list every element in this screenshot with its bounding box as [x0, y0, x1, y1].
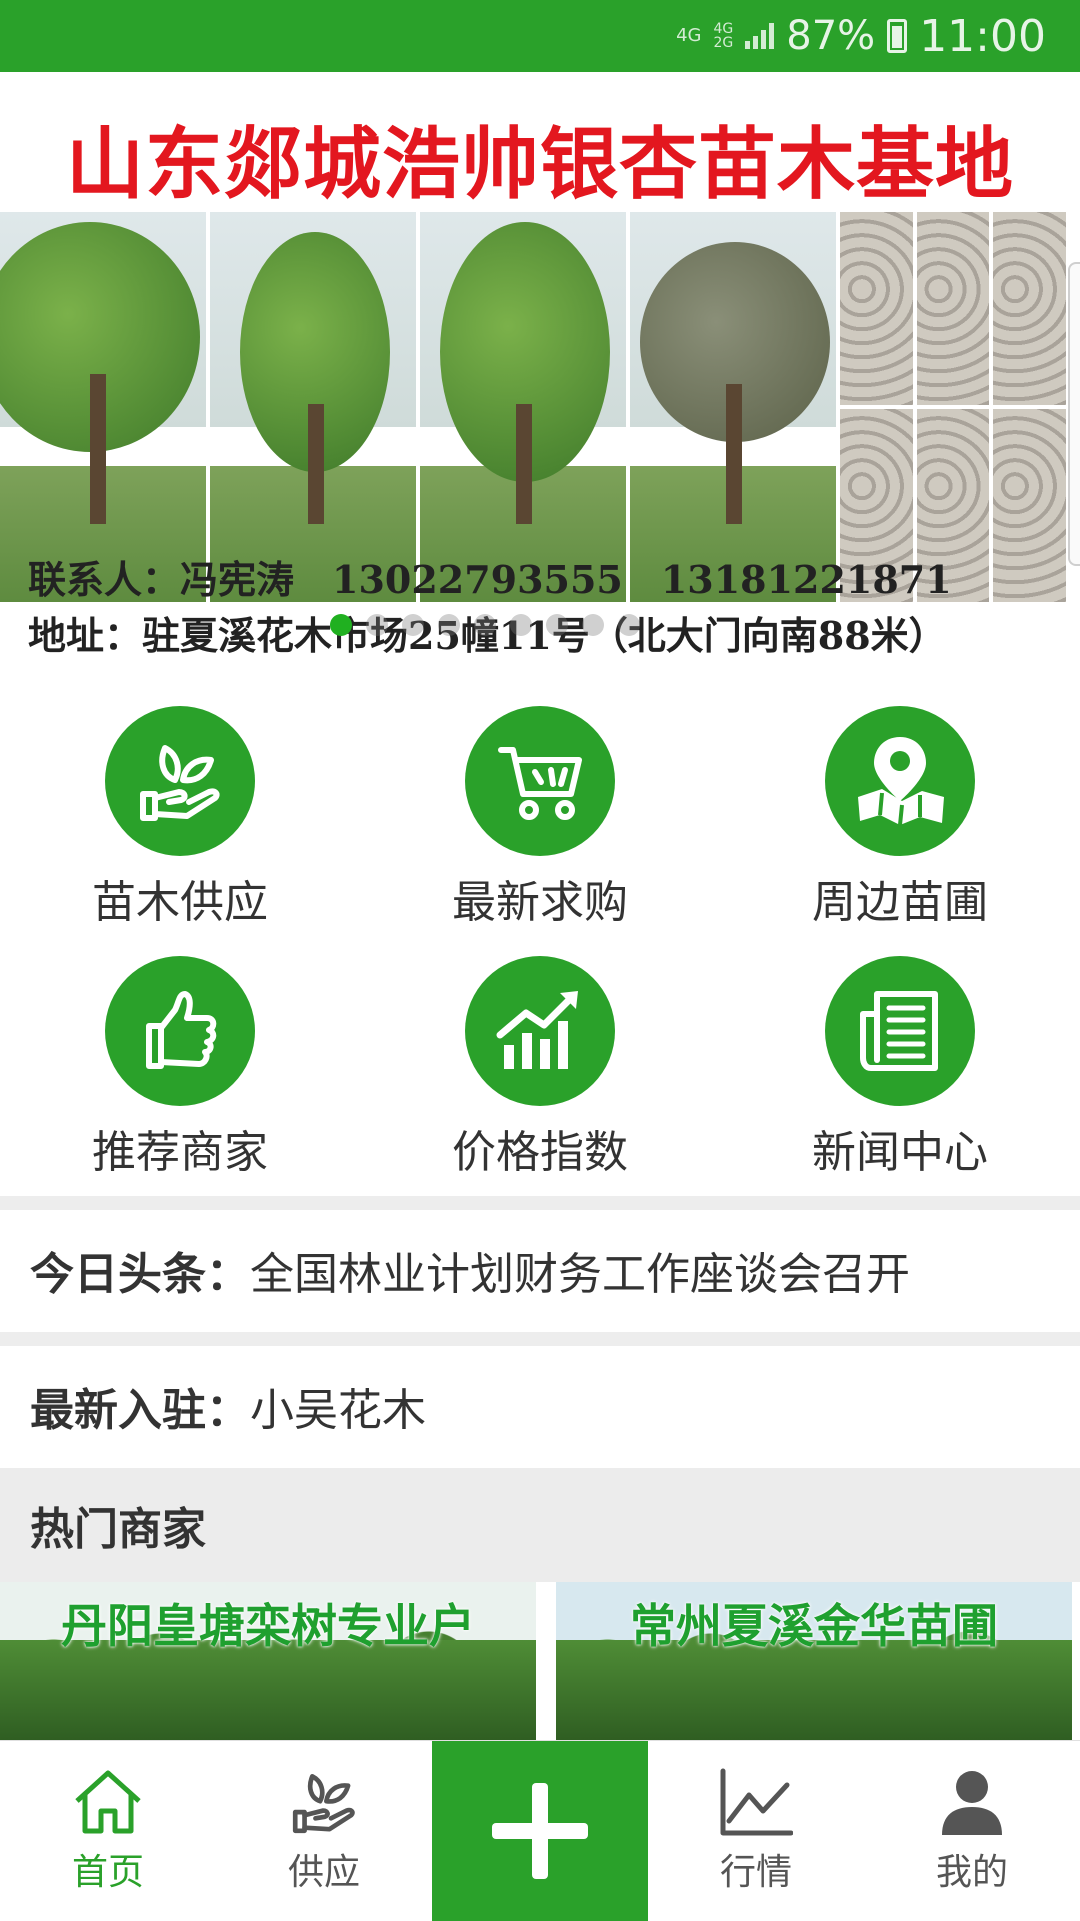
menu-label: 推荐商家: [92, 1127, 268, 1178]
merchant-card[interactable]: 丹阳皇塘栾树专业户: [0, 1582, 536, 1740]
map-pin-icon: [825, 706, 975, 856]
home-icon: [75, 1770, 141, 1834]
nav-market[interactable]: 行情: [648, 1741, 864, 1921]
nav-home[interactable]: 首页: [0, 1741, 216, 1921]
hot-merchants-list: 丹阳皇塘栾树专业户 常州夏溪金华苗圃: [0, 1582, 1080, 1740]
hot-merchants-title: 热门商家: [0, 1468, 1080, 1582]
carousel-dot[interactable]: [582, 614, 604, 636]
banner-title: 山东郯城浩帅银杏苗木基地: [65, 120, 1014, 210]
carousel-dot[interactable]: [510, 614, 532, 636]
supply-icon: [292, 1774, 355, 1834]
menu-label: 苗木供应: [92, 877, 268, 928]
trend-chart-icon: [465, 956, 615, 1106]
cart-icon: [465, 706, 615, 856]
carousel-dot[interactable]: [546, 614, 568, 636]
banner-carousel[interactable]: 山东郯城浩帅银杏苗木基地 联系人：冯宪涛 13022793555 1318122…: [0, 72, 1080, 682]
banner-photo-ginkgo-2: [210, 212, 416, 602]
menu-nearby-nursery[interactable]: 周边苗圃: [720, 706, 1080, 956]
nav-label: 首页: [71, 1852, 144, 1893]
menu-latest-purchase[interactable]: 最新求购: [360, 706, 720, 956]
status-bar: 4G 4G 2G 87% 11:00: [0, 0, 1080, 72]
nav-label: 行情: [719, 1852, 792, 1893]
carousel-indicator: [330, 614, 640, 636]
seedling-hand-icon: [105, 706, 255, 856]
newest-text[interactable]: 小吴花木: [250, 1374, 426, 1438]
nav-publish-button[interactable]: [432, 1741, 648, 1921]
nav-label: 我的: [935, 1852, 1008, 1893]
banner-photo-millstones: [840, 212, 1066, 602]
menu-news-center[interactable]: 新闻中心: [720, 956, 1080, 1206]
divider: [0, 1332, 1080, 1346]
carousel-dot[interactable]: [474, 614, 496, 636]
headline-text[interactable]: 全国林业计划财务工作座谈会召开: [250, 1238, 910, 1302]
menu-label: 价格指数: [452, 1127, 628, 1178]
network-2g: 2G: [713, 35, 734, 51]
nav-me[interactable]: 我的: [864, 1741, 1080, 1921]
edge-panel-handle[interactable]: [1068, 262, 1080, 566]
banner-photo-ginkgo-1: [0, 212, 206, 602]
headline-bar[interactable]: 今日头条： 全国林业计划财务工作座谈会召开: [0, 1210, 1080, 1330]
divider: [0, 1196, 1080, 1210]
network-4g: 4G: [713, 21, 734, 37]
nav-supply[interactable]: 供应: [216, 1741, 432, 1921]
banner-contact-person: 联系人：冯宪涛 13022793555 13181221871: [28, 557, 952, 602]
carousel-dot[interactable]: [618, 614, 640, 636]
banner-contact: 联系人：冯宪涛 13022793555 13181221871 地址：驻夏溪花木…: [28, 552, 1068, 664]
battery-icon: [887, 19, 908, 53]
banner-photo-ginkgo-3: [420, 212, 626, 602]
menu-recommended-merchants[interactable]: 推荐商家: [0, 956, 360, 1206]
headline-key: 今日头条：: [30, 1249, 250, 1300]
thumbs-up-icon: [105, 956, 255, 1106]
menu-seedling-supply[interactable]: 苗木供应: [0, 706, 360, 956]
banner-photo-ginkgo-4: [630, 212, 836, 602]
bottom-nav: 首页 供应 行情 我的: [0, 1740, 1080, 1921]
network-type: 4G: [676, 25, 702, 46]
newest-key: 最新入驻：: [30, 1385, 250, 1436]
network-type-secondary: 4G 2G: [714, 22, 734, 50]
carousel-dot[interactable]: [330, 614, 352, 636]
plus-icon: [492, 1783, 588, 1879]
menu-price-index[interactable]: 价格指数: [360, 956, 720, 1206]
merchant-card[interactable]: 常州夏溪金华苗圃: [556, 1582, 1072, 1740]
merchant-name: 丹阳皇塘栾树专业户: [61, 1599, 475, 1653]
nav-label: 供应: [287, 1852, 360, 1893]
banner-photos: [0, 212, 1080, 602]
menu-label: 周边苗圃: [812, 877, 988, 928]
merchant-name: 常州夏溪金华苗圃: [630, 1599, 998, 1653]
user-icon: [942, 1771, 1002, 1835]
newest-member-bar[interactable]: 最新入驻： 小吴花木: [0, 1346, 1080, 1466]
battery-percent: 87%: [786, 13, 876, 59]
clock: 11:00: [919, 10, 1046, 62]
carousel-dot[interactable]: [402, 614, 424, 636]
menu-label: 最新求购: [452, 877, 628, 928]
carousel-dot[interactable]: [438, 614, 460, 636]
menu-label: 新闻中心: [812, 1127, 988, 1178]
carousel-dot[interactable]: [366, 614, 388, 636]
chart-icon: [720, 1768, 793, 1836]
menu-grid: 苗木供应 最新求购 周边苗圃 推荐商家 价格指数 新闻中心: [0, 682, 1080, 1192]
signal-icon: [745, 23, 775, 49]
newspaper-icon: [825, 956, 975, 1106]
